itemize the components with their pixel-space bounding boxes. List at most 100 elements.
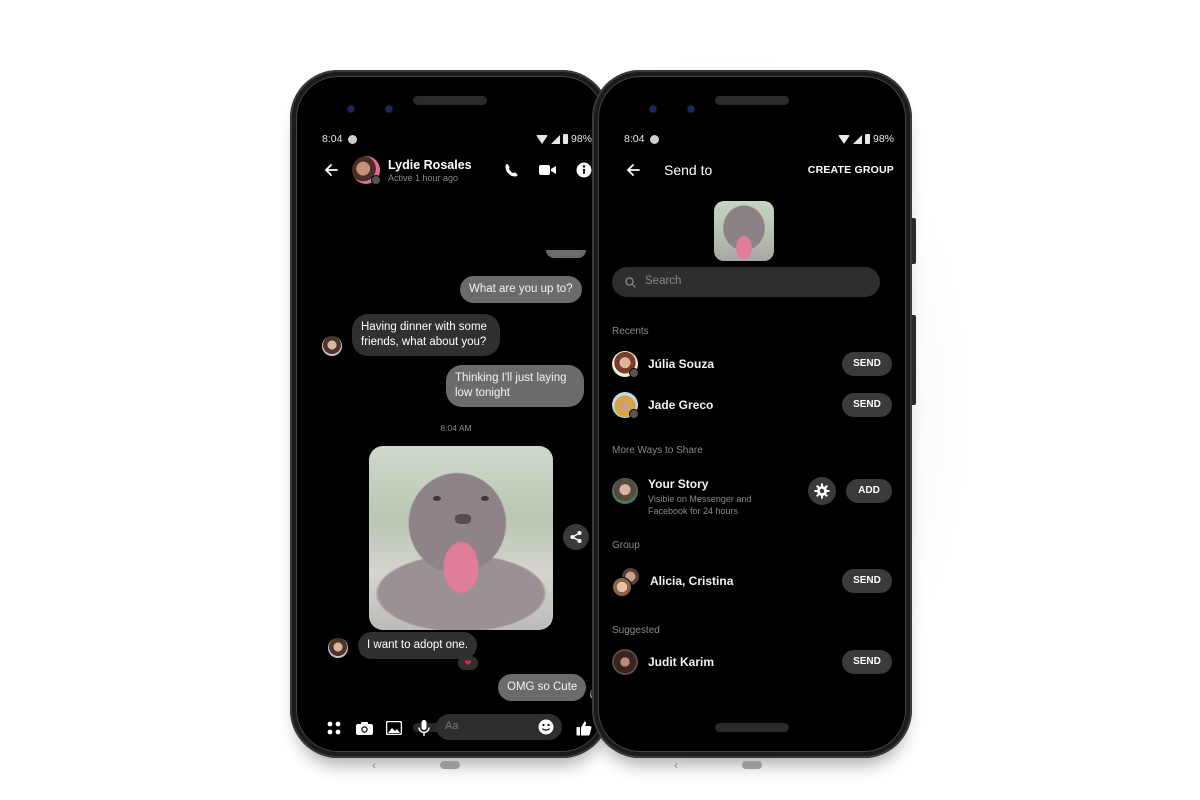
group-avatar bbox=[612, 567, 640, 597]
avatar bbox=[612, 351, 639, 378]
photo-detail bbox=[455, 514, 471, 524]
message-out[interactable]: What are you up to? bbox=[460, 276, 582, 303]
section-more-ways: More Ways to Share bbox=[612, 445, 703, 456]
section-group: Group bbox=[612, 540, 640, 551]
message-composer: Aa bbox=[310, 714, 602, 742]
earpiece bbox=[413, 96, 487, 105]
wifi-icon bbox=[535, 134, 548, 144]
create-group-button[interactable]: CREATE GROUP bbox=[808, 164, 894, 176]
apps-icon[interactable] bbox=[324, 718, 344, 738]
front-camera bbox=[348, 106, 354, 112]
system-nav-bar: ‹ bbox=[612, 758, 904, 772]
emoji-icon[interactable] bbox=[536, 717, 556, 737]
phone-bezel: 8:04 98% Lydie Rosales Active 1 hour ago… bbox=[296, 76, 604, 772]
photo-detail bbox=[433, 496, 441, 501]
nav-home-button[interactable] bbox=[742, 761, 762, 769]
message-out[interactable]: Thinking I'll just laying low tonight bbox=[446, 365, 584, 407]
list-item-your-story[interactable]: Your Story Visible on Messenger and Face… bbox=[612, 476, 892, 516]
dog-photo-attachment[interactable] bbox=[369, 446, 553, 630]
nav-home-button[interactable] bbox=[440, 761, 460, 769]
message-in[interactable]: I want to adopt one. bbox=[358, 632, 478, 659]
send-button[interactable]: SEND bbox=[842, 650, 892, 674]
group-name: Alicia, Cristina bbox=[650, 574, 734, 588]
list-item[interactable]: Judit Karim SEND bbox=[612, 647, 892, 677]
image-icon[interactable] bbox=[384, 718, 404, 738]
signal-icon bbox=[550, 134, 560, 144]
contact-status: Active 1 hour ago bbox=[388, 172, 459, 183]
phone-chat: 8:04 98% Lydie Rosales Active 1 hour ago… bbox=[290, 70, 610, 772]
presence-indicator bbox=[629, 409, 639, 419]
share-screen: 8:04 98% Send to CREATE GROUP Search Rec… bbox=[612, 126, 904, 772]
back-arrow-icon[interactable] bbox=[320, 159, 342, 181]
avatar bbox=[612, 478, 638, 504]
back-arrow-icon[interactable] bbox=[622, 159, 644, 181]
add-story-button[interactable]: ADD bbox=[846, 479, 892, 503]
search-icon bbox=[623, 275, 637, 289]
camera-icon[interactable] bbox=[354, 718, 374, 738]
send-button[interactable]: SEND bbox=[842, 569, 892, 593]
send-button[interactable]: SEND bbox=[842, 352, 892, 376]
front-sensor bbox=[688, 106, 694, 112]
search-input[interactable]: Search bbox=[612, 267, 880, 297]
chat-header: Lydie Rosales Active 1 hour ago bbox=[310, 152, 602, 188]
messenger-notification-icon bbox=[650, 134, 660, 144]
info-icon[interactable] bbox=[574, 160, 594, 180]
story-title: Your Story bbox=[648, 477, 709, 491]
chat-screen: 8:04 98% Lydie Rosales Active 1 hour ago… bbox=[310, 126, 602, 772]
mic-icon[interactable] bbox=[414, 718, 434, 738]
message-bubble-partial bbox=[546, 250, 586, 258]
contact-avatar[interactable] bbox=[352, 156, 381, 185]
gear-icon[interactable] bbox=[808, 477, 836, 505]
list-item[interactable]: Alicia, Cristina SEND bbox=[612, 566, 892, 597]
front-camera bbox=[650, 106, 656, 112]
nav-back-button[interactable]: ‹ bbox=[674, 758, 678, 772]
story-subtitle: Visible on Messenger and Facebook for 24… bbox=[648, 494, 752, 516]
phone-bezel: 8:04 98% Send to CREATE GROUP Search Rec… bbox=[598, 76, 906, 772]
signal-icon bbox=[852, 134, 862, 144]
avatar bbox=[612, 577, 632, 597]
presence-indicator bbox=[371, 175, 381, 185]
contact-name: Júlia Souza bbox=[648, 357, 715, 371]
nav-back-button[interactable]: ‹ bbox=[372, 758, 376, 772]
shared-photo-thumbnail bbox=[714, 201, 774, 261]
page-title: Send to bbox=[664, 162, 713, 178]
list-item[interactable]: Júlia Souza SEND bbox=[612, 349, 892, 379]
video-icon[interactable] bbox=[538, 160, 558, 180]
earpiece bbox=[715, 96, 789, 105]
section-suggested: Suggested bbox=[612, 625, 660, 636]
contact-info[interactable]: Lydie Rosales Active 1 hour ago bbox=[388, 158, 472, 183]
message-in[interactable]: Having dinner with some friends, what ab… bbox=[352, 314, 500, 356]
volume-button bbox=[912, 315, 916, 405]
front-sensor bbox=[386, 106, 392, 112]
status-time: 8:04 bbox=[322, 133, 343, 145]
send-button[interactable]: SEND bbox=[842, 393, 892, 417]
battery-icon bbox=[562, 134, 568, 144]
search-placeholder: Search bbox=[645, 275, 682, 287]
list-item[interactable]: Jade Greco SEND bbox=[612, 390, 892, 420]
message-input[interactable]: Aa bbox=[436, 714, 562, 740]
heart-reaction[interactable]: ❤ bbox=[458, 656, 478, 670]
message-out[interactable]: OMG so Cute bbox=[498, 674, 587, 701]
battery-percent: 98% bbox=[872, 133, 894, 145]
share-header: Send to CREATE GROUP bbox=[612, 152, 904, 188]
system-nav-bar: ‹ bbox=[310, 758, 602, 772]
contact-name: Judit Karim bbox=[648, 655, 715, 669]
section-recents: Recents bbox=[612, 326, 649, 337]
message-input-placeholder: Aa bbox=[445, 720, 459, 732]
status-bar: 8:04 98% bbox=[322, 132, 592, 146]
avatar bbox=[612, 392, 639, 419]
phone-icon[interactable] bbox=[502, 160, 522, 180]
contact-name: Jade Greco bbox=[648, 398, 714, 412]
status-bar: 8:04 98% bbox=[624, 132, 894, 146]
photo-detail bbox=[481, 496, 489, 501]
avatar bbox=[612, 649, 638, 675]
phone-share: 8:04 98% Send to CREATE GROUP Search Rec… bbox=[592, 70, 916, 772]
power-button bbox=[912, 218, 916, 264]
share-icon[interactable] bbox=[563, 524, 589, 550]
wifi-icon bbox=[837, 134, 850, 144]
status-time: 8:04 bbox=[624, 133, 645, 145]
contact-name: Lydie Rosales bbox=[388, 157, 472, 172]
messenger-notification-icon bbox=[348, 134, 358, 144]
battery-icon bbox=[864, 134, 870, 144]
thumbs-up-icon[interactable] bbox=[574, 718, 594, 738]
